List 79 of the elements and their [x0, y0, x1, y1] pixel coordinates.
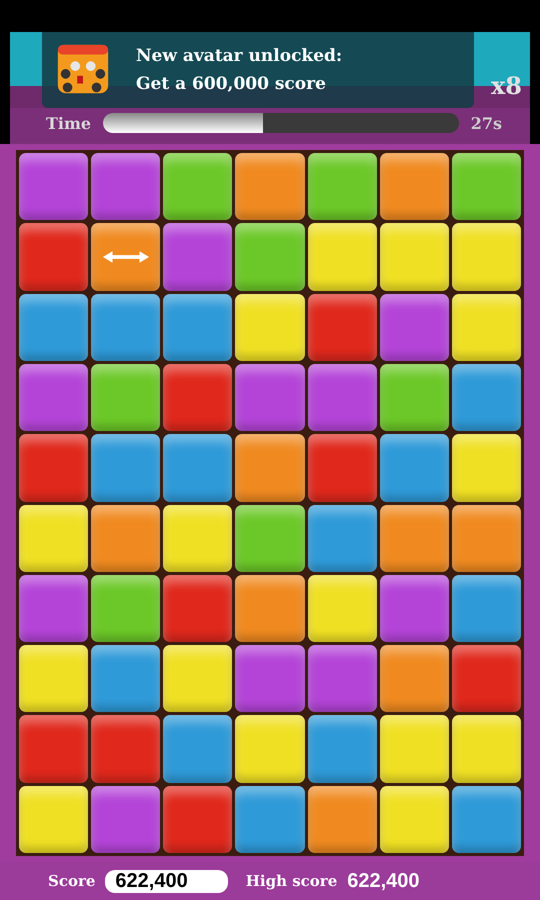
block-tile[interactable]: [380, 364, 449, 432]
high-score-value: 622,400: [347, 870, 420, 892]
block-tile[interactable]: [91, 364, 160, 432]
block-tile[interactable]: [380, 645, 449, 712]
block-tile[interactable]: [163, 645, 232, 712]
block-tile[interactable]: [163, 153, 232, 220]
block-tile[interactable]: [308, 434, 377, 502]
time-label: Time: [46, 114, 92, 132]
block-tile[interactable]: [308, 153, 377, 220]
block-tile[interactable]: [91, 645, 160, 712]
block-tile[interactable]: [380, 294, 449, 361]
block-tile[interactable]: [163, 434, 232, 502]
block-tile[interactable]: [163, 294, 232, 361]
block-tile[interactable]: [235, 223, 305, 291]
block-tile[interactable]: [19, 223, 88, 291]
block-tile[interactable]: [380, 504, 449, 572]
block-tile[interactable]: [308, 504, 377, 572]
block-tile[interactable]: [19, 434, 88, 502]
block-tile[interactable]: [380, 223, 449, 291]
block-tile[interactable]: [19, 645, 88, 712]
block-tile[interactable]: [91, 223, 160, 291]
block-tile[interactable]: [235, 294, 305, 361]
block-tile[interactable]: [91, 715, 160, 783]
block-tile[interactable]: [235, 504, 305, 572]
block-tile[interactable]: [19, 574, 88, 642]
time-remaining: 27s: [470, 114, 502, 132]
block-tile[interactable]: [235, 786, 305, 853]
block-tile[interactable]: [452, 364, 521, 432]
block-tile[interactable]: [452, 504, 521, 572]
block-tile[interactable]: [452, 434, 521, 502]
block-tile[interactable]: [380, 574, 449, 642]
block-tile[interactable]: [452, 715, 521, 783]
block-tile[interactable]: [235, 364, 305, 432]
block-tile[interactable]: [308, 223, 377, 291]
block-tile[interactable]: [91, 153, 160, 220]
block-tile[interactable]: [91, 574, 160, 642]
block-tile[interactable]: [163, 786, 232, 853]
double-arrow-icon: [100, 250, 151, 264]
block-tile[interactable]: [91, 786, 160, 853]
block-tile[interactable]: [308, 786, 377, 853]
block-tile[interactable]: [380, 434, 449, 502]
notification-message: Get a 600,000 score: [136, 74, 327, 94]
block-tile[interactable]: [452, 574, 521, 642]
block-tile[interactable]: [308, 294, 377, 361]
block-tile[interactable]: [163, 715, 232, 783]
block-tile[interactable]: [19, 294, 88, 361]
block-tile[interactable]: [308, 364, 377, 432]
block-tile[interactable]: [452, 223, 521, 291]
block-tile[interactable]: [91, 504, 160, 572]
block-tile[interactable]: [91, 434, 160, 502]
block-tile[interactable]: [235, 645, 305, 712]
block-tile[interactable]: [308, 645, 377, 712]
block-tile[interactable]: [19, 786, 88, 853]
score-label: Score: [48, 872, 96, 890]
block-tile[interactable]: [19, 504, 88, 572]
block-tile[interactable]: [380, 153, 449, 220]
block-tile[interactable]: [380, 786, 449, 853]
block-tile[interactable]: [452, 786, 521, 853]
block-tile[interactable]: [19, 715, 88, 783]
block-tile[interactable]: [163, 223, 232, 291]
block-tile[interactable]: [235, 715, 305, 783]
block-tile[interactable]: [19, 153, 88, 220]
notification-title: New avatar unlocked:: [136, 46, 342, 66]
high-score-label: High score: [246, 872, 338, 890]
block-tile[interactable]: [308, 715, 377, 783]
block-tile[interactable]: [380, 715, 449, 783]
block-tile[interactable]: [163, 574, 232, 642]
block-tile[interactable]: [308, 574, 377, 642]
block-tile[interactable]: [91, 294, 160, 361]
block-tile[interactable]: [452, 645, 521, 712]
score-value: 622,400: [105, 870, 228, 892]
block-tile[interactable]: [235, 574, 305, 642]
block-tile[interactable]: [452, 294, 521, 361]
block-tile[interactable]: [235, 434, 305, 502]
block-tile[interactable]: [163, 504, 232, 572]
block-tile[interactable]: [452, 153, 521, 220]
block-tile[interactable]: [19, 364, 88, 432]
block-tile[interactable]: [235, 153, 305, 220]
block-tile[interactable]: [163, 364, 232, 432]
